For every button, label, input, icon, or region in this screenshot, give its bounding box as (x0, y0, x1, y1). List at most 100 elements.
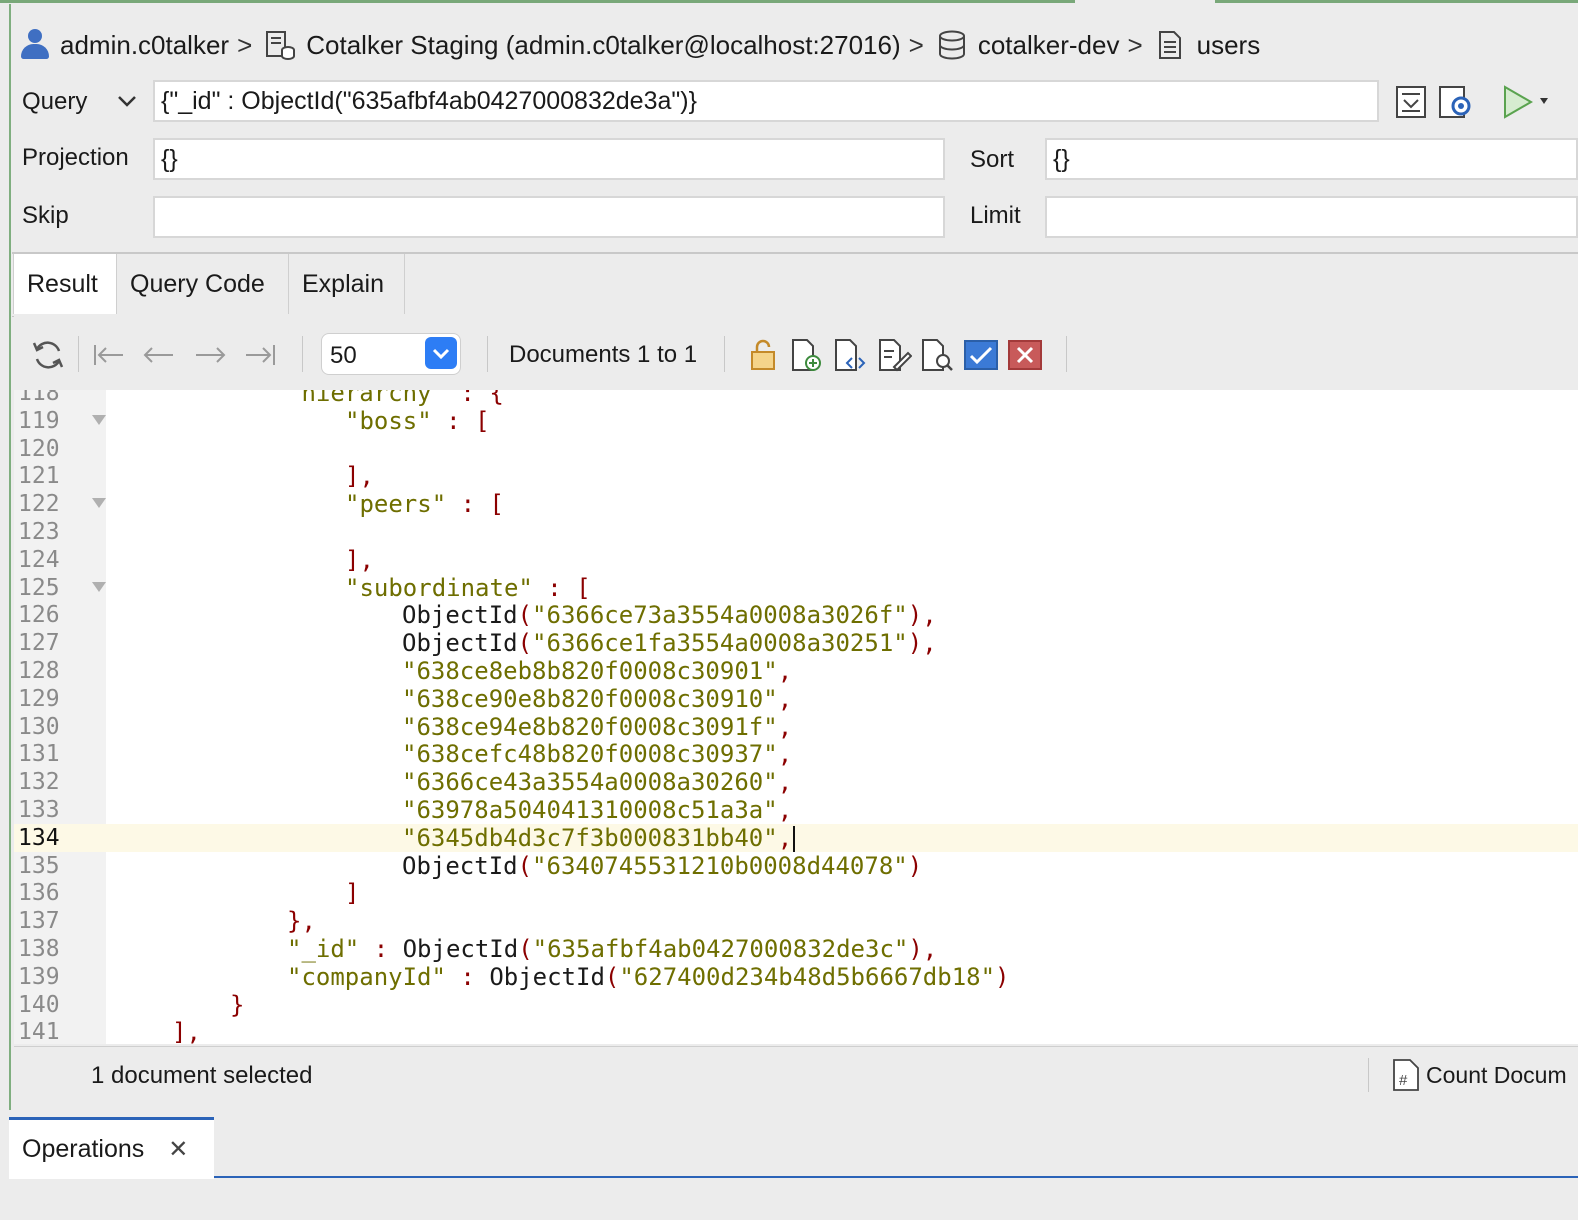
line-code: ObjectId("6366ce1fa3554a0008a30251"), (402, 629, 937, 658)
line-number: 125 (18, 574, 60, 601)
code-line[interactable]: 134 "6345db4d3c7f3b000831bb40", (14, 823, 1578, 852)
toolbar-divider (1066, 336, 1067, 372)
code-line[interactable]: 122 "peers" : [ (14, 490, 1578, 518)
tab-explain[interactable]: Explain (289, 254, 405, 314)
tab-operations[interactable]: Operations ✕ (9, 1117, 214, 1179)
line-number: 118 (18, 390, 60, 406)
line-number: 122 (18, 491, 60, 518)
code-line[interactable]: 125 "subordinate" : [ (14, 574, 1578, 602)
commit-changes-button[interactable] (962, 336, 1000, 374)
line-code: "_id" : ObjectId("635afbf4ab0427000832de… (287, 935, 938, 963)
count-documents-button[interactable]: # Count Docum (1392, 1058, 1567, 1092)
code-line[interactable]: 127 ObjectId("6366ce1fa3554a0008a30251"), (14, 629, 1578, 657)
filter-list-icon (1396, 86, 1426, 118)
operations-tab-underline (214, 1176, 1578, 1178)
limit-input[interactable] (1045, 196, 1578, 238)
svg-text:#: # (1399, 1072, 1408, 1089)
last-page-button[interactable] (242, 336, 280, 374)
breadcrumb-connection-label: Cotalker Staging (admin.c0talker@localho… (306, 29, 901, 60)
discard-changes-button[interactable] (1006, 336, 1044, 374)
breadcrumb-connection[interactable]: Cotalker Staging (admin.c0talker@localho… (264, 29, 901, 61)
line-code: "638cefc48b820f0008c30937", (402, 740, 793, 769)
add-document-button[interactable] (787, 336, 825, 374)
view-json-button[interactable] (831, 336, 869, 374)
code-line[interactable]: 118 "hierarchy" : { (14, 390, 1578, 407)
close-icon[interactable]: ✕ (168, 1135, 188, 1164)
code-line[interactable]: 128 "638ce8eb8b820f0008c30901", (14, 657, 1578, 685)
line-number: 135 (18, 852, 60, 879)
edit-document-icon (879, 339, 912, 372)
code-line[interactable]: 136] (14, 879, 1578, 907)
code-line[interactable]: 121], (14, 462, 1578, 490)
code-line[interactable]: 120 (14, 435, 1578, 463)
page-size-select[interactable]: 50 (321, 333, 461, 375)
breadcrumb-database[interactable]: cotalker-dev (936, 29, 1119, 61)
code-line[interactable]: 137}, (14, 907, 1578, 935)
code-line[interactable]: 130 "638ce94e8b820f0008c3091f", (14, 713, 1578, 741)
tab-query-code[interactable]: Query Code (117, 254, 289, 314)
code-line[interactable]: 141], (14, 1018, 1578, 1044)
query-input[interactable]: {"_id" : ObjectId("635afbf4ab0427000832d… (153, 80, 1379, 122)
skip-input[interactable] (153, 196, 945, 238)
line-number: 138 (18, 936, 60, 962)
chevron-down-icon (425, 337, 457, 369)
line-number: 131 (18, 741, 60, 768)
projection-input[interactable]: {} (153, 138, 945, 180)
chevron-down-icon (118, 96, 136, 107)
next-page-button[interactable] (191, 336, 229, 374)
first-page-button[interactable] (89, 336, 127, 374)
line-code: ], (172, 1018, 201, 1044)
code-line[interactable]: 124], (14, 546, 1578, 574)
query-settings-button[interactable] (1437, 84, 1475, 120)
line-number: 123 (18, 519, 60, 545)
query-history-dropdown[interactable] (116, 90, 138, 117)
previous-page-button[interactable] (140, 336, 178, 374)
refresh-button[interactable] (29, 336, 67, 374)
code-line[interactable]: 140} (14, 991, 1578, 1019)
code-line[interactable]: 129 "638ce90e8b820f0008c30910", (14, 685, 1578, 713)
breadcrumb: admin.c0talker > Cotalker Staging (admin… (20, 22, 1260, 68)
code-line[interactable]: 132 "6366ce43a3554a0008a30260", (14, 768, 1578, 796)
breadcrumb-user[interactable]: admin.c0talker (20, 29, 229, 61)
line-code: } (230, 990, 245, 1019)
view-document-button[interactable] (918, 336, 956, 374)
code-line[interactable]: 138 "_id" : ObjectId("635afbf4ab042700083… (14, 935, 1578, 963)
line-number: 136 (18, 880, 60, 907)
line-number: 132 (18, 769, 60, 796)
line-number: 140 (18, 991, 60, 1018)
line-code: ObjectId("6340745531210b0008d44078") (402, 851, 923, 880)
code-line[interactable]: 123 (14, 518, 1578, 546)
chevron-right-icon: > (908, 29, 924, 60)
run-query-button[interactable] (1500, 84, 1556, 120)
line-code: }, (287, 907, 316, 936)
code-line[interactable]: 131 "638cefc48b820f0008c30937", (14, 740, 1578, 768)
line-number: 137 (18, 908, 60, 935)
operations-body (0, 1179, 1578, 1220)
chevron-right-icon: > (1127, 29, 1143, 60)
code-line[interactable]: 133 "63978a504041310008c51a3a", (14, 796, 1578, 824)
fold-toggle-icon[interactable] (92, 498, 106, 509)
read-only-toggle-button[interactable] (744, 336, 782, 374)
sort-label: Sort (970, 146, 1015, 173)
line-number: 128 (18, 658, 60, 684)
breadcrumb-collection[interactable]: users (1155, 29, 1260, 61)
chevron-right-icon: > (237, 29, 253, 60)
code-line[interactable]: 135 ObjectId("6340745531210b0008d44078") (14, 852, 1578, 880)
checkmark-icon (964, 340, 998, 370)
tab-label: Query Code (130, 269, 265, 298)
edit-document-button[interactable] (875, 336, 913, 374)
sort-input[interactable]: {} (1045, 138, 1578, 180)
tab-result[interactable]: Result (13, 254, 117, 314)
collection-icon (1158, 31, 1181, 59)
line-number: 139 (18, 963, 60, 990)
count-documents-label: Count Docum (1426, 1061, 1567, 1088)
code-line[interactable]: 126 ObjectId("6366ce73a3554a0008a3026f"), (14, 601, 1578, 629)
fold-toggle-icon[interactable] (92, 581, 106, 592)
code-line[interactable]: 119 "boss" : [ (14, 407, 1578, 435)
fold-toggle-icon[interactable] (92, 414, 106, 425)
breadcrumb-user-label: admin.c0talker (60, 29, 230, 60)
selection-status: 1 document selected (91, 1062, 313, 1089)
code-line[interactable]: 139 "companyId" : ObjectId("627400d234b48… (14, 963, 1578, 991)
json-editor[interactable]: 118 "hierarchy" : {119 "boss" : [120 121], 1… (14, 390, 1578, 1044)
query-builder-button[interactable] (1393, 84, 1429, 120)
